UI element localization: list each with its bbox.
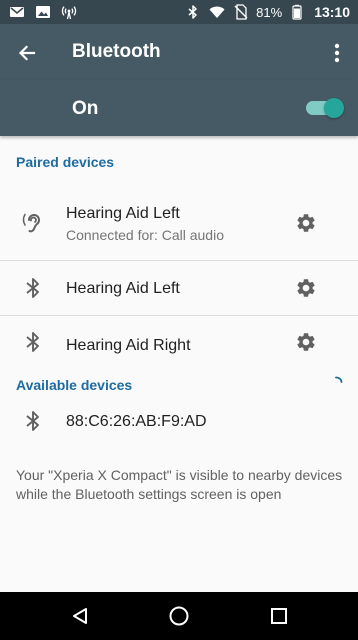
square-recents-icon bbox=[271, 608, 287, 624]
status-time: 13:10 bbox=[314, 4, 350, 20]
battery-percent: 81% bbox=[256, 4, 283, 20]
paired-devices-header: Paired devices bbox=[16, 154, 115, 170]
image-icon bbox=[34, 3, 52, 21]
status-bar: 81% 13:10 bbox=[0, 0, 358, 24]
system-icons: 81% 13:10 bbox=[184, 3, 350, 21]
bluetooth-icon bbox=[20, 408, 46, 434]
device-status: Connected for: Call audio bbox=[66, 227, 224, 243]
page-title: Bluetooth bbox=[72, 41, 161, 62]
device-settings-button[interactable] bbox=[292, 209, 320, 237]
battery-icon bbox=[288, 3, 306, 21]
bluetooth-switch[interactable] bbox=[306, 98, 344, 118]
device-name: Hearing Aid Left bbox=[66, 280, 180, 297]
more-vert-icon bbox=[334, 43, 340, 63]
navigation-bar bbox=[0, 592, 358, 640]
visibility-note: Your "Xperia X Compact" is visible to ne… bbox=[16, 467, 343, 502]
device-settings-button[interactable] bbox=[292, 328, 320, 356]
bluetooth-icon bbox=[184, 3, 202, 21]
hearing-icon bbox=[20, 210, 46, 236]
arrow-back-icon bbox=[18, 45, 36, 61]
hotspot-icon bbox=[60, 3, 78, 21]
device-settings-button[interactable] bbox=[292, 274, 320, 302]
device-name: Hearing Aid Right bbox=[66, 337, 191, 354]
back-button[interactable] bbox=[12, 38, 42, 68]
notification-icons bbox=[8, 3, 78, 21]
device-address: 88:C6:26:AB:F9:AD bbox=[66, 413, 207, 430]
paired-device-row[interactable]: Hearing Aid Right bbox=[0, 316, 358, 372]
bluetooth-icon bbox=[20, 329, 46, 355]
triangle-back-icon bbox=[73, 608, 87, 624]
home-circle-icon bbox=[169, 606, 189, 626]
gear-icon bbox=[297, 214, 315, 232]
nav-recents-button[interactable] bbox=[267, 604, 291, 628]
switch-thumb bbox=[324, 98, 344, 118]
gear-icon bbox=[297, 279, 315, 297]
available-device-row[interactable]: 88:C6:26:AB:F9:AD bbox=[0, 400, 358, 444]
bluetooth-master-toggle-row[interactable]: On bbox=[0, 80, 358, 136]
gmail-icon bbox=[8, 3, 26, 21]
available-devices-header: Available devices bbox=[16, 377, 133, 393]
scanning-spinner-icon bbox=[335, 376, 343, 383]
overflow-menu-button[interactable] bbox=[324, 38, 350, 68]
app-bar: Bluetooth bbox=[0, 24, 358, 80]
wifi-icon bbox=[208, 3, 226, 21]
paired-device-row[interactable]: Hearing Aid Left bbox=[0, 261, 358, 315]
gear-icon bbox=[297, 333, 315, 351]
device-name: Hearing Aid Left bbox=[66, 205, 180, 222]
bluetooth-icon bbox=[20, 275, 46, 301]
nav-back-button[interactable] bbox=[68, 604, 92, 628]
no-sim-icon bbox=[232, 3, 250, 21]
toggle-label: On bbox=[72, 98, 99, 119]
nav-home-button[interactable] bbox=[167, 604, 191, 628]
paired-device-row[interactable]: Hearing Aid Left Connected for: Call aud… bbox=[0, 188, 358, 260]
